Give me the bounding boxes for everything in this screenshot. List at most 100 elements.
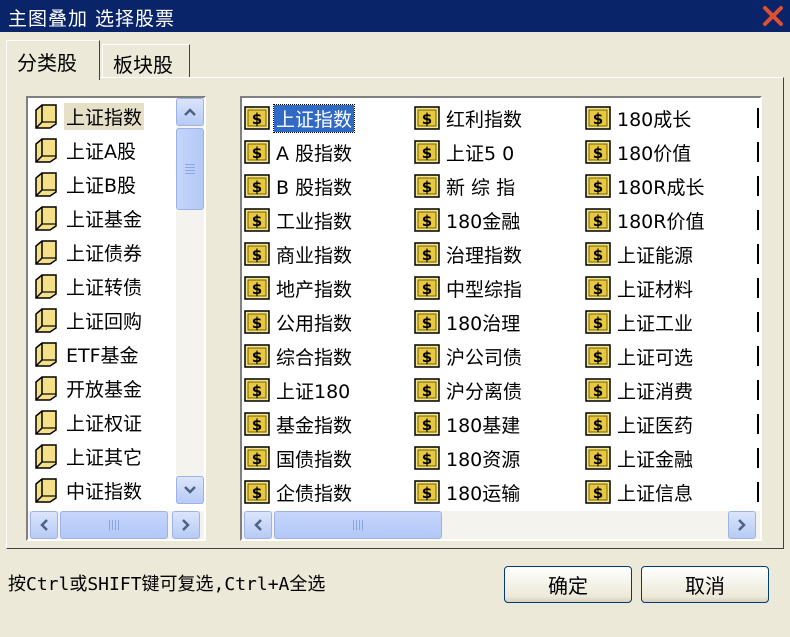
stock-item[interactable]: $ 沪分离债	[414, 374, 524, 406]
stock-label: 上证指数	[272, 103, 356, 133]
stock-list[interactable]: $ 上证指数 $ A 股指数 $ B 股指数 $ 工业指数 $ 商业指数 $ 地产指数 $ 公用指数 $ 综合…	[240, 96, 762, 541]
close-button[interactable]	[760, 3, 786, 29]
dollar-icon: $	[414, 344, 440, 368]
svg-text:$: $	[593, 212, 603, 230]
stock-item[interactable]: $180价值	[585, 136, 693, 168]
category-label: 上证B股	[66, 174, 137, 197]
dollar-icon: $	[414, 276, 440, 300]
category-list[interactable]: 上证指数上证A股上证B股上证基金 上证债券 上证转债 上证回购 ETF基金 开放基金上证权…	[26, 96, 206, 541]
stock-item[interactable]: $180金融	[414, 204, 522, 236]
tab-sector-stocks[interactable]: 板块股	[102, 44, 190, 78]
dollar-icon: $	[585, 446, 611, 470]
stock-item[interactable]: $ 上证金融	[585, 442, 695, 474]
category-label: 上证权证	[66, 412, 143, 435]
chevron-left-icon	[254, 519, 262, 531]
category-item[interactable]: 上证债券	[34, 236, 174, 268]
stock-item[interactable]: $ 中型综指	[414, 272, 524, 304]
stock-item[interactable]: $ 新 综 指	[414, 170, 517, 202]
stock-item[interactable]: $ 企债指数	[244, 476, 354, 508]
category-item[interactable]: 上证回购	[34, 304, 174, 336]
category-item[interactable]: 上证A股	[34, 134, 174, 166]
stock-item[interactable]: $ 上证工业	[585, 306, 695, 338]
stock-item[interactable]: $180R价值	[585, 204, 706, 236]
stock-horizontal-scrollbar[interactable]	[242, 511, 760, 539]
scroll-right-button[interactable]	[728, 511, 756, 539]
stock-label: 中型综指	[446, 278, 523, 301]
dollar-icon: $	[585, 276, 611, 300]
stock-item[interactable]: $180运输	[414, 476, 522, 508]
stock-item[interactable]: $ 上证可选	[585, 340, 695, 372]
title-bar[interactable]: 主图叠加 选择股票	[0, 0, 790, 32]
stock-item[interactable]: $ 基金指数	[244, 408, 354, 440]
stock-label: 180成长	[617, 108, 692, 131]
stock-item[interactable]: $ 上证消费	[585, 374, 695, 406]
svg-text:$: $	[422, 382, 432, 400]
stock-item[interactable]: $180治理	[414, 306, 522, 338]
stock-item[interactable]: $ B 股指数	[244, 170, 354, 202]
stock-item[interactable]: $ 工业指数	[244, 204, 354, 236]
stock-item[interactable]: $ 上证能源	[585, 238, 695, 270]
svg-text:$: $	[422, 416, 432, 434]
category-item[interactable]: ETF基金	[34, 338, 174, 370]
scroll-left-button[interactable]	[30, 511, 58, 539]
category-item[interactable]: 上证权证	[34, 406, 174, 438]
stock-label: 180治理	[446, 312, 521, 335]
scroll-up-button[interactable]	[176, 98, 204, 126]
stock-item[interactable]: $180基建	[414, 408, 522, 440]
category-item[interactable]: 上证基金	[34, 202, 174, 234]
category-item[interactable]: 上证B股	[34, 168, 174, 200]
folder-icon	[35, 342, 57, 367]
stock-item[interactable]: $ 上证5 0	[414, 136, 516, 168]
category-item[interactable]: 上证转债	[34, 270, 174, 302]
stock-item[interactable]: $180成长	[585, 102, 693, 134]
stock-item[interactable]: $180资源	[414, 442, 522, 474]
clipped-column-edge	[757, 278, 759, 298]
stock-item[interactable]: $ 沪公司债	[414, 340, 524, 372]
stock-item[interactable]: $ 上证医药	[585, 408, 695, 440]
stock-item[interactable]: $ 公用指数	[244, 306, 354, 338]
stock-item[interactable]: $ 红利指数	[414, 102, 524, 134]
horizontal-scroll-thumb[interactable]	[274, 511, 442, 539]
category-label: 上证A股	[66, 140, 136, 163]
scroll-left-button[interactable]	[244, 511, 272, 539]
svg-text:$: $	[593, 382, 603, 400]
folder-icon	[35, 206, 57, 231]
folder-icon	[35, 104, 57, 129]
stock-item[interactable]: $ 上证180	[244, 374, 352, 406]
stock-item[interactable]: $ 综合指数	[244, 340, 354, 372]
stock-item[interactable]: $180R成长	[585, 170, 706, 202]
dollar-icon: $	[244, 480, 270, 504]
stock-item[interactable]: $ 地产指数	[244, 272, 354, 304]
category-item[interactable]: 开放基金	[34, 372, 174, 404]
stock-label: 地产指数	[276, 278, 353, 301]
tab-category-stocks[interactable]: 分类股	[6, 40, 100, 80]
svg-text:$: $	[422, 178, 432, 196]
stock-label: 企债指数	[276, 482, 353, 505]
scroll-right-button[interactable]	[172, 511, 200, 539]
stock-label: 上证金融	[617, 448, 694, 471]
horizontal-scroll-thumb[interactable]	[60, 511, 168, 539]
category-item[interactable]: 中证指数	[34, 474, 174, 506]
scroll-down-button[interactable]	[176, 476, 204, 504]
category-item[interactable]: 上证其它	[34, 440, 174, 472]
stock-item[interactable]: $ 治理指数	[414, 238, 524, 270]
category-vertical-scrollbar[interactable]	[176, 98, 204, 504]
category-item[interactable]: 上证指数	[34, 100, 174, 132]
cancel-button[interactable]: 取消	[641, 566, 769, 603]
clipped-column-edge	[757, 448, 759, 468]
clipped-column-edge	[757, 244, 759, 264]
stock-item[interactable]: $ 上证信息	[585, 476, 695, 508]
svg-text:$: $	[252, 280, 262, 298]
category-horizontal-scrollbar[interactable]	[28, 511, 204, 539]
stock-item[interactable]: $ 商业指数	[244, 238, 354, 270]
folder-icon	[35, 138, 57, 163]
vertical-scroll-thumb[interactable]	[176, 128, 204, 210]
stock-item[interactable]: $ 上证材料	[585, 272, 695, 304]
stock-item[interactable]: $ 上证指数	[244, 102, 356, 134]
stock-label: 上证180	[276, 380, 351, 403]
stock-label: 沪分离债	[446, 380, 523, 403]
ok-button[interactable]: 确定	[504, 566, 632, 603]
stock-item[interactable]: $ 国债指数	[244, 442, 354, 474]
stock-item[interactable]: $ A 股指数	[244, 136, 354, 168]
dollar-icon: $	[244, 344, 270, 368]
